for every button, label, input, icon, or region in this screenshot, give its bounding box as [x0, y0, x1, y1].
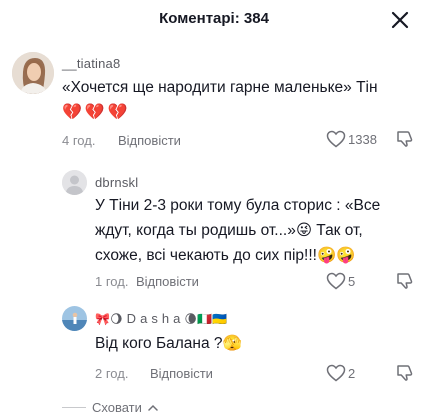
- comment-username[interactable]: __tiatina8: [62, 56, 120, 71]
- avatar[interactable]: [62, 170, 87, 195]
- username-text: D a s h a: [126, 311, 181, 326]
- like-count: 5: [348, 273, 356, 289]
- comment-username[interactable]: 🎀🌖 D a s h a 🌘🇮🇹🇺🇦: [95, 311, 227, 326]
- like-button[interactable]: 1338: [326, 130, 377, 148]
- comment-username[interactable]: dbrnskl: [95, 175, 138, 190]
- comment-emojis: 💔💔💔: [62, 102, 131, 121]
- ribbon-emoji-icon: 🎀🌖: [95, 312, 123, 326]
- avatar[interactable]: [62, 306, 87, 331]
- dislike-button[interactable]: [396, 272, 414, 295]
- like-button[interactable]: 2: [326, 364, 355, 382]
- comment-text: Від кого Балана ?🫣: [95, 335, 242, 352]
- heart-outline-icon: [326, 272, 346, 290]
- divider-line: [62, 407, 86, 408]
- reply-button[interactable]: Відповісти: [118, 133, 181, 148]
- avatar-photo: [62, 306, 87, 331]
- dislike-icon: [397, 273, 413, 289]
- like-button[interactable]: 5: [326, 272, 355, 290]
- hide-replies-label: Сховати: [92, 400, 142, 415]
- comments-header: Коментарі: 384: [0, 0, 428, 40]
- dislike-button[interactable]: [396, 364, 414, 387]
- heart-outline-icon: [326, 130, 346, 148]
- comment-timestamp: 2 год.: [95, 366, 129, 381]
- avatar-photo: [12, 52, 54, 94]
- comment-text-line: схоже, всі чекають до сих пір!!!🤪🤪: [95, 247, 356, 264]
- avatar[interactable]: [12, 52, 54, 94]
- flags-emoji-icon: 🌘🇮🇹🇺🇦: [184, 312, 228, 326]
- reply-button[interactable]: Відповісти: [150, 366, 213, 381]
- dislike-icon: [397, 131, 413, 147]
- close-button[interactable]: [390, 10, 410, 30]
- chevron-up-icon: [148, 404, 158, 411]
- reply-button[interactable]: Відповісти: [136, 274, 199, 289]
- default-avatar-icon: [62, 170, 87, 195]
- like-count: 1338: [348, 131, 377, 147]
- comment-text-line: ждут, когда ты родишь от...»😜 Так от,: [95, 222, 363, 239]
- close-icon: [391, 11, 409, 29]
- comment-timestamp: 4 год.: [62, 133, 96, 148]
- comment-text: «Хочется ще народити гарне маленьке» Тін: [62, 79, 378, 96]
- dislike-icon: [397, 365, 413, 381]
- comment-text-line: У Тіни 2-3 роки тому була сторис : «Все: [95, 197, 381, 214]
- like-count: 2: [348, 365, 356, 381]
- comment-timestamp: 1 год.: [95, 274, 129, 289]
- heart-outline-icon: [326, 364, 346, 382]
- hide-replies-button[interactable]: Сховати: [62, 400, 158, 415]
- dislike-button[interactable]: [396, 130, 414, 153]
- comments-count-title: Коментарі: 384: [159, 10, 269, 27]
